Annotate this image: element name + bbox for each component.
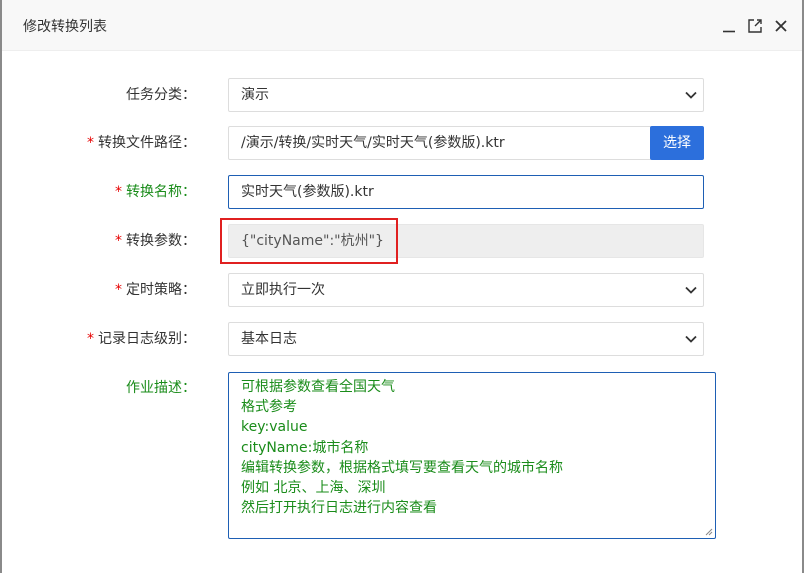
description-textarea[interactable]: 可根据参数查看全国天气 格式参考 key:value cityName:城市名称… — [228, 372, 716, 539]
edit-transform-dialog: 修改转换列表 任务分类： 演示 * 转换文件路径： /演示/转换/实时天气/实时天… — [2, 0, 802, 573]
name-label: * 转换名称： — [115, 184, 196, 200]
minimize-icon[interactable] — [720, 17, 738, 35]
params-input: {"cityName":"杭州"} — [228, 224, 704, 258]
file-path-input[interactable]: /演示/转换/实时天气/实时天气(参数版).ktr — [228, 126, 652, 160]
description-line: 例如 北京、上海、深圳 — [241, 480, 386, 497]
dialog-title: 修改转换列表 — [23, 19, 107, 35]
schedule-row: * 定时策略： 立即执行一次 — [2, 273, 802, 307]
file-path-value: /演示/转换/实时天气/实时天气(参数版).ktr — [241, 135, 505, 151]
description-line: cityName:城市名称 — [241, 439, 369, 456]
required-mark: * — [115, 282, 122, 298]
category-select[interactable]: 演示 — [228, 78, 704, 112]
required-mark: * — [87, 331, 94, 347]
description-line: 然后打开执行日志进行内容查看 — [241, 500, 437, 517]
close-icon[interactable] — [772, 17, 790, 35]
chevron-down-icon — [685, 91, 697, 99]
browse-button[interactable]: 选择 — [650, 126, 704, 160]
chevron-down-icon — [685, 335, 697, 343]
category-row: 任务分类： 演示 — [2, 78, 802, 112]
description-line: key:value — [241, 419, 308, 436]
required-mark: * — [115, 233, 122, 249]
log-level-row: * 记录日志级别： 基本日志 — [2, 322, 802, 356]
description-line: 格式参考 — [241, 399, 297, 416]
required-mark: * — [87, 135, 94, 151]
chevron-down-icon — [685, 286, 697, 294]
dialog-header: 修改转换列表 — [2, 0, 802, 51]
file-path-row: * 转换文件路径： /演示/转换/实时天气/实时天气(参数版).ktr 选择 — [2, 126, 802, 160]
description-line: 编辑转换参数，根据格式填写要查看天气的城市名称 — [241, 459, 563, 476]
schedule-select[interactable]: 立即执行一次 — [228, 273, 704, 307]
resize-grip-icon[interactable] — [705, 528, 713, 536]
maximize-icon[interactable] — [746, 17, 764, 35]
schedule-label: * 定时策略： — [115, 282, 196, 298]
description-line: 可根据参数查看全国天气 — [241, 379, 395, 395]
category-value: 演示 — [241, 87, 269, 103]
category-label: 任务分类： — [126, 87, 196, 103]
name-value: 实时天气(参数版).ktr — [241, 184, 374, 200]
name-row: * 转换名称： 实时天气(参数版).ktr — [2, 175, 802, 209]
params-value: {"cityName":"杭州"} — [241, 233, 384, 249]
file-path-label: * 转换文件路径： — [87, 135, 196, 151]
schedule-value: 立即执行一次 — [241, 282, 325, 298]
name-input[interactable]: 实时天气(参数版).ktr — [228, 175, 704, 209]
description-label: 作业描述： — [126, 380, 196, 396]
params-row: * 转换参数： {"cityName":"杭州"} — [2, 224, 802, 258]
required-mark: * — [115, 184, 122, 200]
params-label: * 转换参数： — [115, 233, 196, 249]
log-level-value: 基本日志 — [241, 331, 297, 347]
log-level-select[interactable]: 基本日志 — [228, 322, 704, 356]
log-level-label: * 记录日志级别： — [87, 331, 196, 347]
